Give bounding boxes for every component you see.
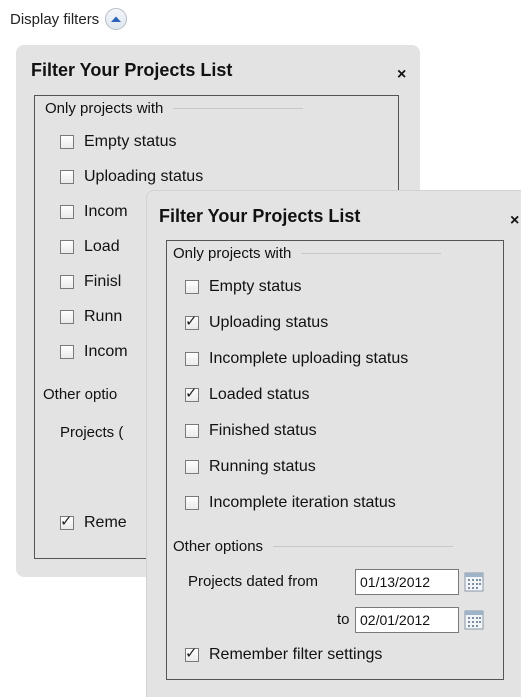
check-icon: ✓ — [185, 385, 198, 402]
check-icon: ✓ — [185, 645, 198, 662]
date-to-input[interactable] — [355, 607, 459, 633]
checkbox-label: Incom — [84, 343, 128, 360]
checkbox-label: Loaded status — [209, 386, 310, 403]
section-label-other-options: Other options — [173, 538, 454, 555]
dated-from-label: Projects dated from — [188, 573, 319, 590]
checkbox[interactable] — [60, 170, 74, 184]
display-filters-toggle[interactable]: Display filters — [10, 8, 128, 30]
back-checkbox-incomplete-iteration[interactable]: Incom — [60, 343, 128, 361]
checkbox-incomplete-uploading-status[interactable]: Incomplete uploading status — [185, 350, 408, 368]
close-icon[interactable]: × — [397, 67, 406, 83]
checkbox[interactable] — [60, 240, 74, 254]
section-divider — [173, 108, 304, 109]
other-options-label: Other optio — [43, 386, 118, 403]
section-label-text: Only projects with — [45, 100, 164, 117]
section-label-only-projects: Only projects with — [45, 100, 304, 117]
checkbox-label: Runn — [84, 308, 123, 325]
calendar-icon[interactable] — [464, 572, 484, 592]
back-checkbox-empty-status[interactable]: Empty status — [60, 133, 176, 151]
checkbox[interactable]: ✓ — [185, 645, 199, 662]
checkbox[interactable]: ✓ — [60, 513, 74, 530]
section-label-text: Only projects with — [173, 245, 292, 262]
filter-panel-front: Filter Your Projects List × Only project… — [146, 190, 521, 697]
checkbox-label: Uploading status — [84, 168, 204, 185]
check-icon: ✓ — [60, 513, 73, 530]
checkbox-label: Incomplete uploading status — [209, 350, 409, 367]
checkbox-label: Incom — [84, 203, 128, 220]
checkbox-remember-filter-settings[interactable]: ✓ Remember filter settings — [185, 646, 382, 664]
projects-dated-label: Projects ( — [60, 424, 124, 441]
checkbox-label: Finished status — [209, 422, 317, 439]
display-filters-label: Display filters — [10, 10, 100, 28]
checkbox[interactable] — [185, 280, 199, 294]
panel-title: Filter Your Projects List — [31, 60, 233, 80]
checkbox-label: Empty status — [209, 278, 302, 295]
back-checkbox-incomplete-uploading[interactable]: Incom — [60, 203, 128, 221]
checkbox-label: Load — [84, 238, 120, 255]
checkbox[interactable] — [185, 424, 199, 438]
checkbox[interactable] — [60, 345, 74, 359]
checkbox-incomplete-iteration-status[interactable]: Incomplete iteration status — [185, 494, 396, 512]
close-icon[interactable]: × — [510, 213, 519, 229]
checkbox-label: Remember filter settings — [209, 646, 383, 663]
section-label-text: Other options — [173, 538, 264, 555]
chevron-up-icon[interactable] — [105, 8, 128, 30]
date-from-input[interactable] — [355, 569, 459, 595]
checkbox-loaded-status[interactable]: ✓ Loaded status — [185, 386, 310, 404]
checkbox-label: Empty status — [84, 133, 177, 150]
checkbox[interactable] — [185, 460, 199, 474]
back-checkbox-remember[interactable]: ✓ Reme — [60, 514, 127, 532]
filter-content-box: Only projects with Empty status ✓ Upload… — [166, 240, 504, 680]
checkbox-empty-status[interactable]: Empty status — [185, 278, 301, 296]
checkbox[interactable] — [185, 352, 199, 366]
checkbox-label: Running status — [209, 458, 316, 475]
section-divider — [273, 546, 454, 547]
section-label-only-projects: Only projects with — [173, 245, 442, 262]
checkbox-label: Uploading status — [209, 314, 329, 331]
to-label: to — [337, 611, 350, 628]
checkbox[interactable] — [60, 205, 74, 219]
checkbox-uploading-status[interactable]: ✓ Uploading status — [185, 314, 328, 332]
checkbox-label: Incomplete iteration status — [209, 494, 396, 511]
checkbox-finished-status[interactable]: Finished status — [185, 422, 317, 440]
panel-title: Filter Your Projects List — [159, 206, 361, 226]
check-icon: ✓ — [185, 313, 198, 330]
checkbox[interactable] — [60, 135, 74, 149]
checkbox-running-status[interactable]: Running status — [185, 458, 316, 476]
checkbox[interactable] — [60, 310, 74, 324]
back-checkbox-uploading-status[interactable]: Uploading status — [60, 168, 203, 186]
checkbox[interactable] — [185, 496, 199, 510]
back-checkbox-loaded[interactable]: Load — [60, 238, 120, 256]
checkbox[interactable] — [60, 275, 74, 289]
back-checkbox-running[interactable]: Runn — [60, 308, 122, 326]
section-divider — [301, 253, 442, 254]
checkbox-label: Reme — [84, 514, 127, 531]
checkbox[interactable]: ✓ — [185, 385, 199, 402]
calendar-icon[interactable] — [464, 610, 484, 630]
back-checkbox-finished[interactable]: Finisl — [60, 273, 121, 291]
checkbox-label: Finisl — [84, 273, 122, 290]
checkbox[interactable]: ✓ — [185, 313, 199, 330]
